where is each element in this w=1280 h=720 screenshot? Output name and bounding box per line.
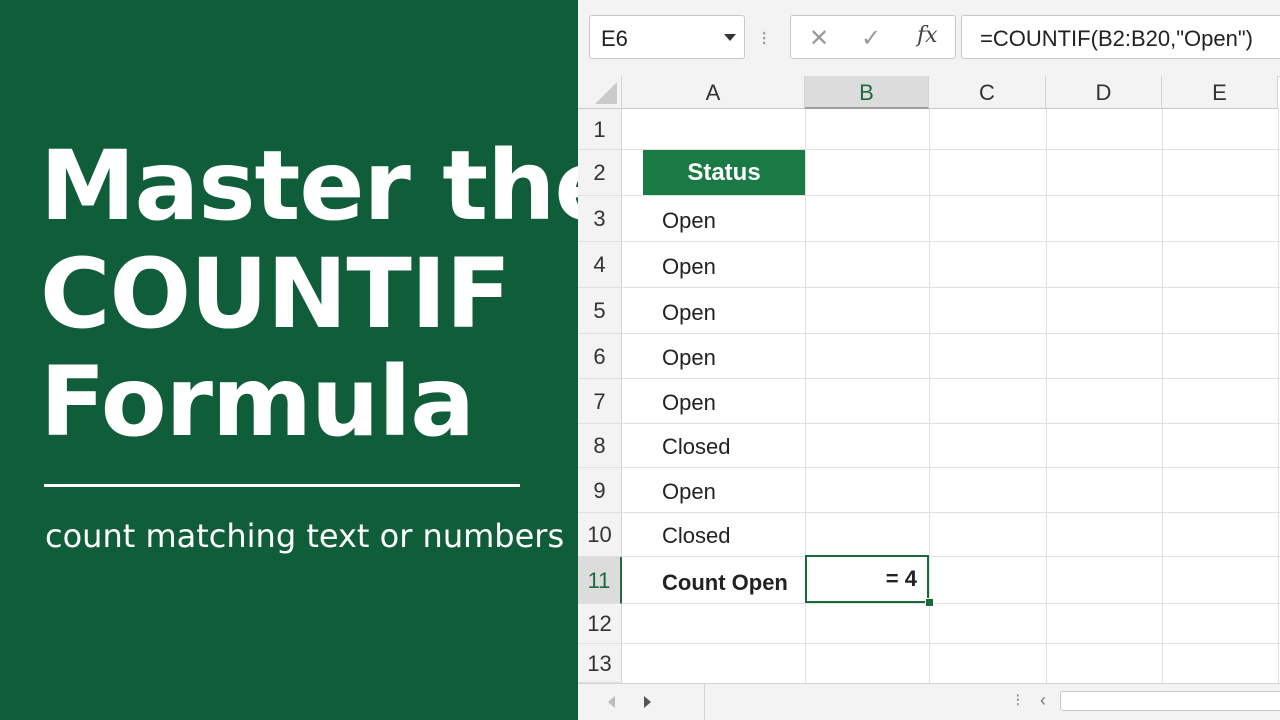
chevron-right-icon[interactable] — [644, 696, 651, 708]
gridline — [622, 333, 1280, 334]
row-header[interactable]: 4 — [578, 242, 622, 288]
row-header[interactable]: 10 — [578, 513, 622, 557]
scroll-left-icon[interactable]: ‹ — [1040, 690, 1046, 711]
gridline — [622, 467, 1280, 468]
gridline — [622, 643, 1280, 644]
row-header[interactable]: 7 — [578, 379, 622, 424]
promo-title: Master the COUNTIF Formula — [40, 130, 620, 458]
row-header[interactable]: 2 — [578, 150, 622, 196]
gridline — [622, 195, 1280, 196]
status-header-cell[interactable]: Status — [643, 150, 805, 195]
gridline — [622, 603, 1280, 604]
gridline — [929, 109, 930, 683]
promo-title-line: Master the — [40, 130, 620, 242]
gridline — [1162, 109, 1163, 683]
cancel-icon[interactable]: ✕ — [809, 24, 829, 53]
row-header[interactable]: 11 — [578, 557, 622, 604]
count-label-cell[interactable]: Count Open — [662, 570, 788, 596]
formula-bar: E6 ⁝ ✕ ✓ fx =COUNTIF(B2:B20,"Open") — [578, 0, 1280, 77]
chevron-down-icon[interactable] — [724, 34, 736, 41]
row-header[interactable]: 6 — [578, 334, 622, 379]
drag-handle-icon[interactable]: ⁝ — [1015, 690, 1021, 711]
promo-title-line: Formula — [40, 346, 475, 458]
gridline — [622, 556, 1280, 557]
row-header[interactable]: 13 — [578, 644, 622, 683]
promo-subtitle: count matching text or numbers — [45, 517, 565, 555]
gridline — [1278, 109, 1279, 683]
row-header[interactable]: 8 — [578, 424, 622, 468]
row-header[interactable]: 5 — [578, 288, 622, 334]
gridline — [622, 512, 1280, 513]
name-box-value: E6 — [601, 26, 628, 51]
gridline — [622, 241, 1280, 242]
status-cell[interactable]: Open — [662, 208, 716, 234]
status-cell[interactable]: Open — [662, 390, 716, 416]
status-cell[interactable]: Closed — [662, 434, 730, 460]
column-header-e[interactable]: E — [1162, 76, 1278, 109]
sheet-nav-bar: ⁝ ‹ — [578, 683, 1280, 720]
promo-panel: Master the COUNTIF Formula count matchin… — [0, 0, 620, 720]
row-header[interactable]: 12 — [578, 604, 622, 644]
name-box[interactable]: E6 — [589, 15, 745, 59]
result-cell[interactable]: = 4 — [805, 555, 929, 603]
formula-text: =COUNTIF(B2:B20,"Open") — [980, 26, 1253, 51]
status-cell[interactable]: Closed — [662, 523, 730, 549]
gridline — [622, 378, 1280, 379]
fill-handle[interactable] — [925, 598, 934, 607]
promo-title-line: COUNTIF — [40, 238, 511, 350]
insert-function-icon[interactable]: fx — [917, 23, 938, 48]
status-cell[interactable]: Open — [662, 479, 716, 505]
drag-handle-icon[interactable]: ⁝ — [761, 26, 767, 51]
status-cell[interactable]: Open — [662, 254, 716, 280]
column-header-b[interactable]: B — [805, 76, 929, 109]
gridline — [1046, 109, 1047, 683]
chevron-left-icon[interactable] — [608, 696, 615, 708]
row-header[interactable]: 3 — [578, 196, 622, 242]
formula-input[interactable]: =COUNTIF(B2:B20,"Open") — [961, 15, 1280, 59]
column-header-a[interactable]: A — [622, 76, 805, 109]
column-header-d[interactable]: D — [1046, 76, 1162, 109]
spreadsheet: E6 ⁝ ✕ ✓ fx =COUNTIF(B2:B20,"Open") A B … — [578, 0, 1280, 720]
divider — [704, 684, 705, 720]
select-all-corner[interactable] — [578, 76, 622, 109]
horizontal-scrollbar[interactable] — [1060, 691, 1280, 711]
enter-icon[interactable]: ✓ — [861, 24, 881, 53]
row-header[interactable]: 9 — [578, 468, 622, 513]
promo-divider — [44, 484, 520, 487]
formula-buttons: ✕ ✓ fx — [790, 15, 956, 59]
status-cell[interactable]: Open — [662, 345, 716, 371]
gridline — [622, 287, 1280, 288]
column-header-c[interactable]: C — [929, 76, 1046, 109]
gridline — [622, 423, 1280, 424]
select-all-triangle — [595, 82, 617, 104]
row-header[interactable]: 1 — [578, 109, 622, 150]
status-cell[interactable]: Open — [662, 300, 716, 326]
